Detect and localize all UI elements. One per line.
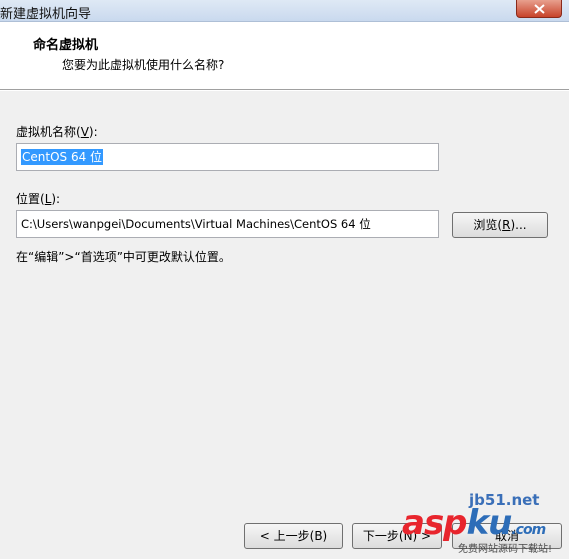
vm-name-value: CentOS 64 位 <box>21 149 104 165</box>
close-icon <box>534 4 545 14</box>
location-input[interactable]: C:\Users\wanpgei\Documents\Virtual Machi… <box>16 210 439 238</box>
watermark-logo: aspku.com <box>402 503 546 543</box>
page-subtitle: 您要为此虚拟机使用什么名称? <box>62 58 225 72</box>
close-button[interactable] <box>516 0 562 18</box>
wizard-body: 虚拟机名称(V): CentOS 64 位 位置(L): C:\Users\wa… <box>0 91 569 559</box>
window-title: 新建虚拟机向导 <box>0 7 92 22</box>
title-bar: 新建虚拟机向导 <box>0 0 569 22</box>
page-title: 命名虚拟机 <box>33 38 99 53</box>
browse-button[interactable]: 浏览(R)... <box>452 212 548 238</box>
vm-name-label: 虚拟机名称(V): <box>16 125 98 139</box>
vm-name-input[interactable]: CentOS 64 位 <box>16 143 439 171</box>
back-button[interactable]: < 上一步(B) <box>244 523 343 549</box>
location-hint: 在“编辑”>“首选项”中可更改默认位置。 <box>16 250 231 264</box>
wizard-header: 命名虚拟机 您要为此虚拟机使用什么名称? <box>0 22 569 90</box>
watermark-slogan: 免费网站源码下载站! <box>458 544 553 555</box>
location-label: 位置(L): <box>16 192 61 206</box>
